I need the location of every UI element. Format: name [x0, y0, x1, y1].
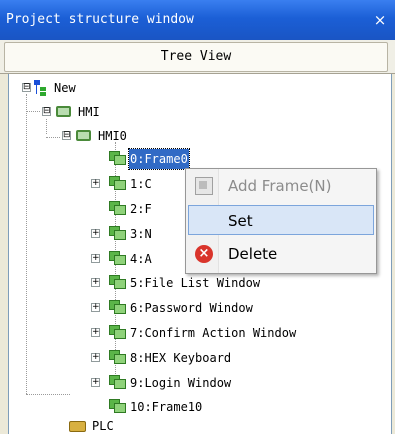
- delete-icon: ×: [195, 245, 213, 263]
- tab-tree-view[interactable]: Tree View: [4, 42, 388, 72]
- plc-icon: [69, 421, 86, 432]
- monitor-icon: [76, 130, 91, 141]
- frame-icon: [109, 399, 127, 414]
- tree-node-label: 5:File List Window: [130, 276, 261, 290]
- project-structure-window: Project structure window × Tree View ⊟ N…: [0, 0, 395, 434]
- close-icon[interactable]: ×: [371, 0, 389, 40]
- tab-bar: Tree View: [0, 40, 395, 74]
- menu-item-set[interactable]: Set: [188, 205, 374, 235]
- tree-node-label: 9:Login Window: [130, 376, 232, 390]
- menu-item-delete[interactable]: × Delete: [188, 239, 374, 269]
- expand-icon[interactable]: +: [91, 303, 100, 312]
- tree-node-label: 4:A: [130, 252, 152, 266]
- expand-icon[interactable]: +: [91, 179, 100, 188]
- tree-node-label: HMI: [78, 105, 100, 119]
- expand-icon[interactable]: +: [91, 328, 100, 337]
- tree-node-frame[interactable]: + 9:Login Window: [9, 373, 389, 393]
- frame-icon: [109, 201, 127, 216]
- frame-icon: [109, 226, 127, 241]
- tree-node-label: 1:C: [130, 177, 152, 191]
- tree-node-frame[interactable]: + 6:Password Window: [9, 298, 389, 318]
- context-menu: Add Frame(N) Set × Delete: [185, 168, 377, 274]
- expand-icon[interactable]: +: [91, 278, 100, 287]
- menu-item-label: Add Frame(N): [228, 177, 332, 195]
- expand-icon[interactable]: +: [91, 353, 100, 362]
- tree-node-frame[interactable]: + 7:Confirm Action Window: [9, 323, 389, 343]
- menu-item-add-frame[interactable]: Add Frame(N): [188, 171, 374, 201]
- tree-node-label: 7:Confirm Action Window: [130, 326, 297, 340]
- tree-node-label: HMI0: [98, 129, 127, 143]
- collapse-icon[interactable]: ⊟: [22, 83, 31, 92]
- tree-node-frame[interactable]: + 8:HEX Keyboard: [9, 348, 389, 368]
- project-tree-icon: [34, 80, 48, 96]
- menu-item-label: Set: [228, 212, 253, 230]
- collapse-icon[interactable]: ⊟: [62, 131, 71, 140]
- tree-node-label: New: [54, 81, 76, 95]
- tree-node-label: 8:HEX Keyboard: [130, 351, 232, 365]
- frame-icon: [109, 176, 127, 191]
- expand-icon[interactable]: +: [91, 229, 100, 238]
- window-title: Project structure window: [6, 12, 194, 27]
- tree-node-hmi[interactable]: ⊟ HMI: [9, 102, 389, 122]
- frame-icon: [109, 151, 127, 166]
- menu-item-label: Delete: [228, 245, 278, 263]
- frame-icon: [109, 275, 127, 290]
- tree-node-label: 6:Password Window: [130, 301, 253, 315]
- frame-icon: [109, 300, 127, 315]
- tree-node-label: PLC: [92, 419, 114, 433]
- frame-icon: [109, 350, 127, 365]
- monitor-icon: [56, 106, 71, 117]
- frame-icon: [109, 251, 127, 266]
- tree-node-frame[interactable]: 0:Frame0: [9, 148, 389, 170]
- tree-node-plc[interactable]: PLC: [9, 416, 389, 434]
- expand-icon[interactable]: +: [91, 378, 100, 387]
- tree-node-label: 0:Frame0: [128, 148, 190, 170]
- tree-node-label: 10:Frame10: [130, 400, 203, 414]
- tree-node-label: 3:N: [130, 227, 152, 241]
- add-frame-icon: [195, 177, 213, 195]
- frame-icon: [109, 325, 127, 340]
- frame-icon: [109, 375, 127, 390]
- expand-icon[interactable]: +: [91, 254, 100, 263]
- tree-node-new[interactable]: ⊟ New: [9, 78, 389, 98]
- tree-node-frame[interactable]: + 5:File List Window: [9, 273, 389, 293]
- tree-node-label: 2:F: [130, 202, 152, 216]
- title-bar: Project structure window ×: [0, 0, 395, 40]
- tree-node-hmi0[interactable]: ⊟ HMI0: [9, 126, 389, 146]
- tree-node-frame[interactable]: 10:Frame10: [9, 397, 389, 417]
- collapse-icon[interactable]: ⊟: [42, 107, 51, 116]
